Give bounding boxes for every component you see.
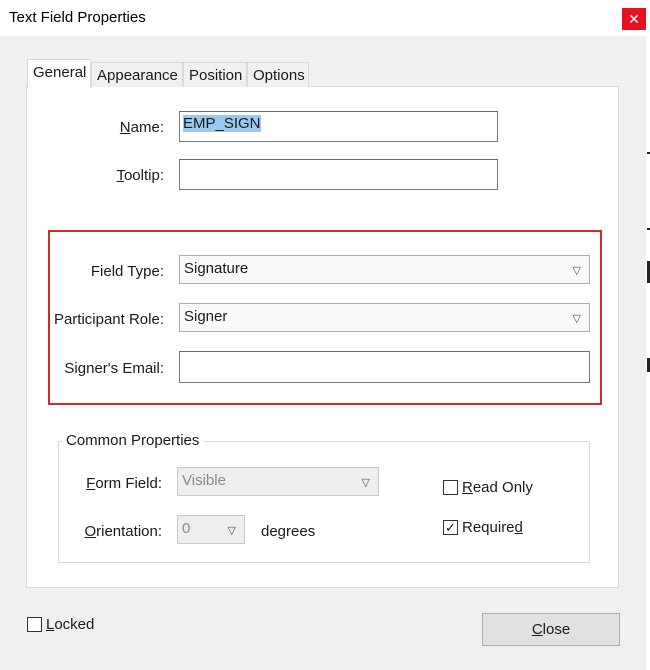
tab-general-label: General	[33, 64, 87, 81]
form-field-select[interactable]: Visible ▽	[177, 467, 379, 496]
field-type-value: Signature	[184, 260, 249, 277]
tab-options[interactable]: Options	[247, 62, 309, 87]
read-only-label: Read Only	[462, 479, 533, 496]
chevron-down-icon: ▽	[227, 525, 236, 537]
chevron-down-icon: ▽	[572, 265, 581, 277]
signer-email-label: Signer's Email:	[64, 360, 164, 377]
required-checkbox[interactable]: ✓	[443, 520, 458, 535]
background-window-edge	[646, 36, 650, 670]
common-properties-group	[58, 441, 590, 563]
tab-position[interactable]: Position	[183, 62, 247, 87]
form-field-label: Form Field:	[86, 475, 162, 492]
common-properties-title: Common Properties	[62, 432, 204, 449]
dialog-title: Text Field Properties	[9, 9, 146, 26]
name-label: Name:	[119, 119, 164, 136]
participant-role-label: Participant Role:	[53, 311, 164, 328]
read-only-checkbox[interactable]	[443, 480, 458, 495]
chevron-down-icon: ▽	[572, 313, 581, 325]
tooltip-label: Tooltip:	[116, 167, 164, 184]
tab-options-label: Options	[253, 67, 305, 84]
chevron-down-icon: ▽	[361, 477, 370, 489]
field-type-select[interactable]: Signature ▽	[179, 255, 590, 284]
orientation-select[interactable]: 0 ▽	[177, 515, 245, 544]
tab-appearance[interactable]: Appearance	[91, 62, 183, 87]
close-icon[interactable]: ✕	[622, 8, 646, 30]
orientation-label: Orientation:	[84, 523, 162, 540]
form-field-value: Visible	[182, 472, 226, 489]
locked-label: Locked	[46, 616, 95, 633]
signer-email-input[interactable]	[179, 351, 590, 383]
close-button[interactable]: Close	[482, 613, 620, 646]
tab-general[interactable]: General	[27, 59, 91, 88]
orientation-units: degrees	[261, 523, 316, 540]
field-type-label: Field Type:	[90, 263, 164, 280]
title-bar: Text Field Properties ✕	[0, 0, 650, 36]
participant-role-select[interactable]: Signer ▽	[179, 303, 590, 332]
orientation-value: 0	[182, 520, 191, 537]
tooltip-input[interactable]	[179, 159, 498, 190]
checkmark-icon: ✓	[445, 520, 456, 535]
tab-position-label: Position	[189, 67, 243, 84]
locked-checkbox[interactable]	[27, 617, 42, 632]
name-input[interactable]: EMP_SIGN	[179, 111, 498, 142]
name-value: EMP_SIGN	[183, 115, 261, 132]
participant-role-value: Signer	[184, 308, 228, 325]
required-label: Required	[462, 519, 523, 536]
tab-appearance-label: Appearance	[97, 67, 178, 84]
